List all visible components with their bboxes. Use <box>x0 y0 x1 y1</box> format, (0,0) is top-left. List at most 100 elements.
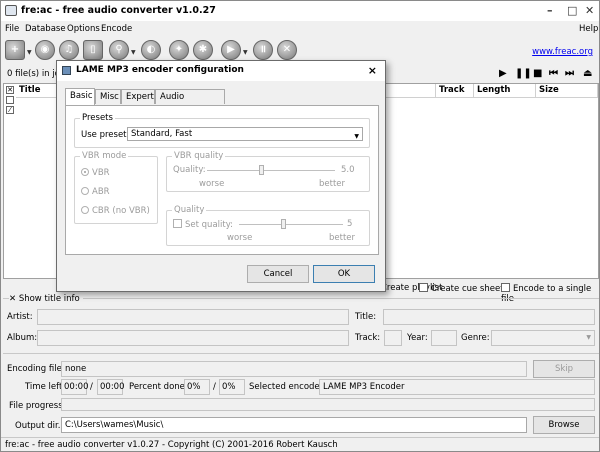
vbr-better-label: better <box>319 179 346 189</box>
percent-done-label: Percent done: <box>129 382 188 392</box>
column-length[interactable]: Length <box>474 84 536 98</box>
cancel-button[interactable]: Cancel <box>247 265 309 283</box>
window-title: fre:ac - free audio converter v1.0.27 <box>21 5 216 16</box>
skip-button[interactable]: Skip <box>533 360 595 378</box>
maximize-button[interactable]: □ <box>567 4 577 17</box>
tools-icon[interactable]: ✦ <box>169 40 189 60</box>
title-field <box>383 309 595 325</box>
album-label: Album: <box>7 333 38 343</box>
use-preset-label: Use preset: <box>81 130 130 140</box>
toggle-selection-checkbox[interactable]: ⁄ <box>6 106 14 114</box>
close-button[interactable]: ✕ <box>585 4 594 17</box>
quality-slider-thumb[interactable] <box>281 219 286 229</box>
chevron-down-icon[interactable]: ▼ <box>27 49 32 56</box>
cddb-icon[interactable]: ⚲ <box>109 40 129 60</box>
browse-button[interactable]: Browse <box>533 416 595 434</box>
output-dir-label: Output dir.: <box>15 421 64 431</box>
ok-button[interactable]: OK <box>313 265 375 283</box>
vbr-worse-label: worse <box>199 179 225 189</box>
menu-file[interactable]: File <box>5 24 19 34</box>
tab-misc[interactable]: Misc <box>95 89 121 104</box>
quality-slider[interactable] <box>239 224 343 225</box>
minimize-button[interactable]: – <box>547 4 553 17</box>
vbr-quality-slider[interactable] <box>207 170 335 171</box>
menu-encode[interactable]: Encode <box>101 24 132 34</box>
percent-separator: / <box>213 382 216 392</box>
album-field <box>37 330 349 346</box>
column-track[interactable]: Track <box>436 84 474 98</box>
vbr-mode-group: VBR mode VBR ABR CBR (no VBR) <box>74 151 158 224</box>
tab-basic[interactable]: Basic <box>65 88 95 105</box>
vbr-quality-group: VBR quality Quality: 5.0 worse better <box>166 151 370 192</box>
stop-icon[interactable]: ✕ <box>277 40 297 60</box>
lame-config-dialog: LAME MP3 encoder configuration × Basic M… <box>56 60 386 292</box>
output-dir-field[interactable]: C:\Users\wames\Music\ <box>61 417 527 433</box>
time-left-label: Time left: <box>25 382 66 392</box>
show-title-info-toggle[interactable]: ✕ Show title info <box>9 294 83 304</box>
pause-icon[interactable]: ॥ <box>253 40 273 60</box>
tab-audio-processing[interactable]: Audio processing <box>155 89 225 116</box>
quality-group-label: Quality <box>172 205 207 215</box>
menu-database[interactable]: Database <box>25 24 66 34</box>
artist-field <box>37 309 349 325</box>
quality-value: 5 <box>347 219 353 229</box>
preset-select[interactable]: Standard, Fast ▼ <box>127 127 363 141</box>
cd-submit-icon[interactable]: ◐ <box>141 40 161 60</box>
cbr-radio[interactable]: CBR (no VBR) <box>81 206 150 216</box>
file-progress-bar <box>61 398 595 411</box>
title-bar: fre:ac - free audio converter v1.0.27 – … <box>1 1 599 21</box>
chevron-down-icon[interactable]: ▼ <box>131 49 136 56</box>
column-size[interactable]: Size <box>536 84 598 98</box>
dialog-title-bar: LAME MP3 encoder configuration × <box>57 61 385 81</box>
vbr-quality-label: VBR quality <box>172 151 226 161</box>
encode-single-file-option[interactable]: Encode to a single file <box>501 283 599 304</box>
tab-expert[interactable]: Expert <box>121 89 155 104</box>
file-progress-label: File progress: <box>9 401 66 411</box>
abr-radio[interactable]: ABR <box>81 187 110 197</box>
clear-list-icon[interactable]: ▯ <box>83 40 103 60</box>
previous-track-icon[interactable]: ⏮ <box>549 68 558 79</box>
website-link[interactable]: www.freac.org <box>532 47 593 57</box>
percent-done-value: 0% <box>184 379 210 395</box>
select-all-checkbox[interactable]: ✕ <box>6 86 14 94</box>
menu-help[interactable]: Help <box>579 24 598 34</box>
create-cue-sheet-option[interactable]: Create cue sheet <box>419 283 504 294</box>
encoding-file-value: none <box>61 361 527 377</box>
vbr-radio[interactable]: VBR <box>81 168 110 178</box>
start-encoding-icon[interactable]: ▶ <box>221 40 241 60</box>
chevron-down-icon: ▼ <box>354 133 359 140</box>
select-none-checkbox[interactable] <box>6 96 14 104</box>
stop-icon[interactable]: ■ <box>533 68 542 79</box>
percent-total-value: 0% <box>219 379 245 395</box>
encoding-file-label: Encoding file: <box>7 364 65 374</box>
dialog-title: LAME MP3 encoder configuration <box>76 65 244 75</box>
dialog-close-button[interactable]: × <box>368 64 377 77</box>
quality-worse-label: worse <box>227 233 253 243</box>
next-track-icon[interactable]: ⏭ <box>565 68 574 79</box>
selected-encoder-label: Selected encoder: <box>249 382 326 392</box>
dialog-icon <box>62 66 71 75</box>
menu-options[interactable]: Options <box>67 24 100 34</box>
menu-bar: File Database Options Encode Help <box>1 21 599 37</box>
vbr-quality-field-label: Quality: <box>173 165 206 175</box>
time-total-value: 00:00 <box>97 379 125 395</box>
year-field <box>431 330 457 346</box>
quality-better-label: better <box>329 233 356 243</box>
genre-select: ▼ <box>491 330 595 346</box>
chevron-down-icon[interactable]: ▼ <box>243 49 248 56</box>
vbr-quality-slider-thumb[interactable] <box>259 165 264 175</box>
play-icon[interactable]: ▶ <box>499 68 507 79</box>
cue-sheet-checkbox[interactable] <box>419 283 428 292</box>
remove-icon[interactable]: ♫ <box>59 40 79 60</box>
basic-tab-page: Presets Use preset: Standard, Fast ▼ VBR … <box>65 105 379 255</box>
cd-icon[interactable]: ◉ <box>35 40 55 60</box>
set-quality-checkbox[interactable]: Set quality: <box>173 219 233 230</box>
add-files-icon[interactable]: + <box>5 40 25 60</box>
presets-group: Presets Use preset: Standard, Fast ▼ <box>74 113 370 148</box>
single-file-checkbox[interactable] <box>501 283 510 292</box>
artist-label: Artist: <box>7 312 33 322</box>
pause-icon[interactable]: ❚❚ <box>515 68 532 79</box>
eject-icon[interactable]: ⏏ <box>583 68 592 79</box>
gear-icon[interactable]: ✱ <box>193 40 213 60</box>
presets-group-label: Presets <box>80 113 115 123</box>
